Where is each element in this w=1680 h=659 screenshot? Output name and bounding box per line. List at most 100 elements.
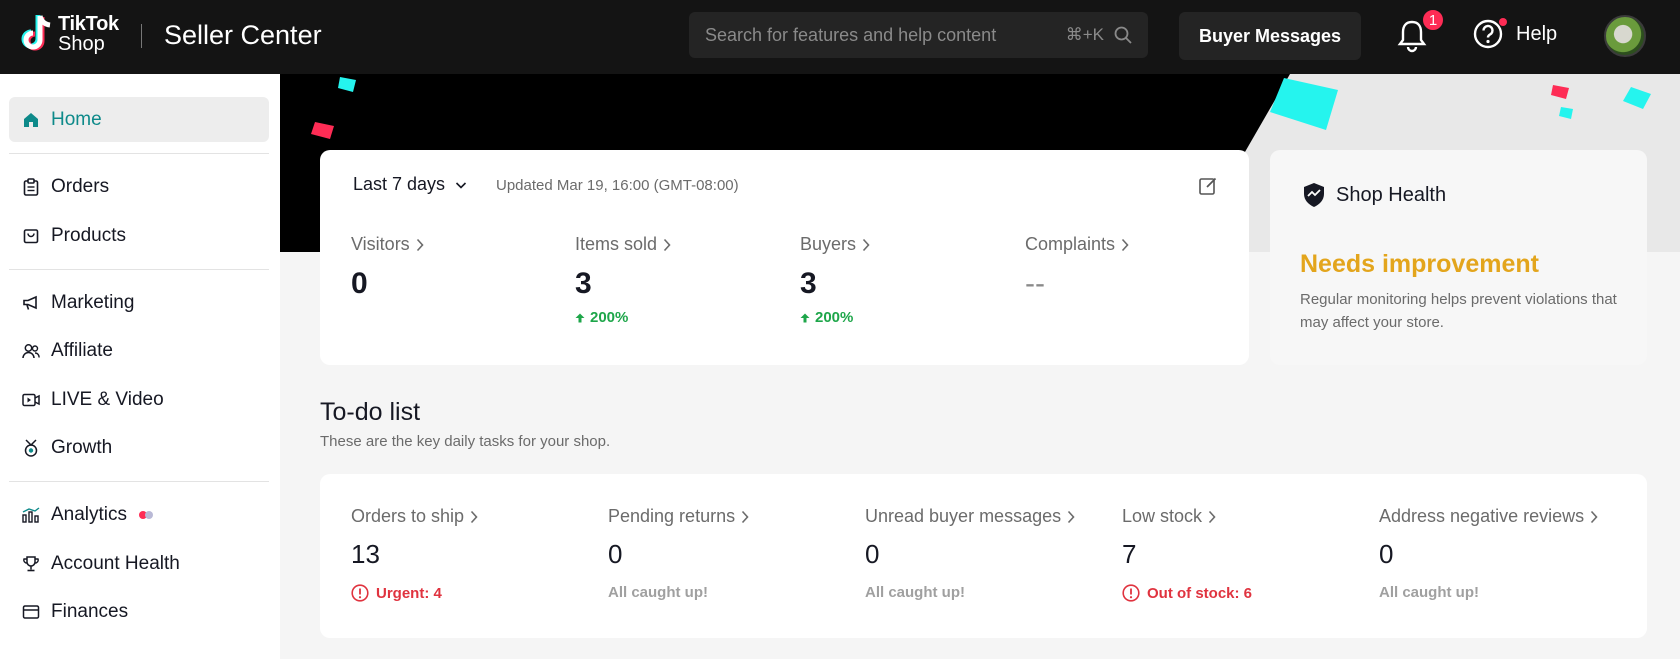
todo-value: 7 [1122, 539, 1137, 569]
chevron-down-icon [455, 181, 467, 189]
metric-items-sold[interactable]: Items sold 3 200% [575, 234, 671, 326]
bar-chart-icon [21, 505, 41, 525]
video-icon [21, 390, 41, 410]
todo-low-stock[interactable]: Low stock 7 Out of stock: 6 [1122, 506, 1252, 602]
user-avatar[interactable] [1604, 15, 1646, 57]
sidebar-item-affiliate[interactable]: Affiliate [9, 328, 269, 373]
metric-delta-value: 200% [815, 309, 854, 326]
search-shortcut-hint: ⌘+K [1065, 25, 1104, 44]
page-title: Seller Center [164, 20, 322, 50]
sidebar-item-label: Orders [51, 175, 110, 197]
sidebar-item-growth[interactable]: Growth [9, 425, 269, 470]
shop-health-card[interactable]: Shop Health Needs improvement Regular mo… [1270, 150, 1647, 365]
edit-icon[interactable] [1198, 176, 1218, 196]
sidebar-item-label: LIVE & Video [51, 388, 164, 410]
metric-label: Items sold [575, 234, 658, 254]
metric-label: Visitors [351, 234, 410, 254]
tiktok-shop-logo[interactable]: TikTok Shop [18, 13, 119, 55]
todo-value: 0 [865, 539, 880, 569]
metric-label: Buyers [800, 234, 857, 254]
shop-health-title: Shop Health [1336, 183, 1447, 206]
todo-card: Orders to ship 13 Urgent: 4 Pending retu… [320, 474, 1647, 638]
sidebar-item-marketing[interactable]: Marketing [9, 280, 269, 325]
logo-text-tiktok: TikTok [58, 13, 119, 35]
clipboard-icon [21, 177, 41, 197]
sidebar-item-finances[interactable]: Finances [9, 589, 269, 634]
sidebar-item-orders[interactable]: Orders [9, 164, 269, 209]
todo-status: Out of stock: 6 [1122, 584, 1252, 602]
todo-status: All caught up! [1379, 584, 1598, 601]
metric-delta: 200% [575, 309, 671, 326]
metric-label: Complaints [1025, 234, 1116, 254]
todo-unread-buyer-messages[interactable]: Unread buyer messages 0 All caught up! [865, 506, 1075, 601]
todo-value: 0 [1379, 539, 1394, 569]
metric-complaints[interactable]: Complaints -- [1025, 234, 1129, 301]
shopping-bag-icon [21, 226, 41, 246]
chevron-right-icon [862, 238, 870, 251]
chevron-right-icon [742, 510, 749, 523]
todo-status-text: All caught up! [608, 584, 708, 601]
metrics-card: Last 7 days Updated Mar 19, 16:00 (GMT-0… [320, 150, 1249, 365]
sidebar-item-label: Home [51, 108, 102, 130]
sidebar-divider [9, 269, 269, 270]
chevron-right-icon [416, 238, 424, 251]
todo-status: All caught up! [608, 584, 749, 601]
alert-circle-icon [351, 584, 369, 602]
sidebar-item-account-health[interactable]: Account Health [9, 541, 269, 586]
metric-buyers[interactable]: Buyers 3 200% [800, 234, 870, 326]
sidebar-item-analytics[interactable]: Analytics [9, 492, 269, 537]
top-bar: TikTok Shop Seller Center ⌘+K Buyer Mess… [0, 0, 1680, 74]
confetti-decoration [1559, 107, 1573, 119]
help-button[interactable]: Help [1472, 18, 1557, 50]
todo-status-text: Out of stock: 6 [1147, 584, 1253, 602]
shop-health-description: Regular monitoring helps prevent violati… [1300, 291, 1617, 331]
confetti-decoration [1623, 87, 1651, 109]
todo-status-text: Urgent: 4 [376, 584, 442, 602]
metric-visitors[interactable]: Visitors 0 [351, 234, 424, 301]
todo-address-negative-reviews[interactable]: Address negative reviews 0 All caught up… [1379, 506, 1598, 601]
alert-circle-icon [1122, 584, 1140, 602]
todo-value: 0 [608, 539, 623, 569]
shop-health-status: Needs improvement [1300, 250, 1539, 278]
search-bar[interactable]: ⌘+K [689, 12, 1148, 58]
updated-timestamp: Updated Mar 19, 16:00 (GMT-08:00) [496, 177, 739, 194]
todo-label: Address negative reviews [1379, 506, 1585, 526]
sidebar-item-products[interactable]: Products [9, 213, 269, 258]
todo-label: Low stock [1122, 506, 1203, 526]
sidebar-item-home[interactable]: Home [9, 97, 269, 142]
todo-value: 13 [351, 539, 380, 569]
trophy-icon [21, 554, 41, 574]
todo-title: To-do list [320, 398, 421, 426]
todo-status-text: All caught up! [1379, 584, 1479, 601]
todo-orders-to-ship[interactable]: Orders to ship 13 Urgent: 4 [351, 506, 478, 602]
chevron-right-icon [1208, 510, 1216, 523]
search-input[interactable] [705, 24, 1066, 46]
arrow-up-icon [800, 313, 810, 322]
confetti-decoration [1270, 78, 1338, 130]
todo-label: Orders to ship [351, 506, 465, 526]
notification-badge: 1 [1421, 8, 1445, 32]
search-icon[interactable] [1114, 26, 1132, 44]
shield-icon [1304, 183, 1324, 207]
chevron-right-icon [1068, 510, 1075, 523]
metric-value: 0 [351, 267, 368, 300]
confetti-decoration [1551, 85, 1569, 99]
metric-value: -- [1025, 267, 1045, 300]
sidebar-item-live-video[interactable]: LIVE & Video [9, 377, 269, 422]
date-range-dropdown[interactable]: Last 7 days [353, 174, 467, 195]
sidebar-item-label: Finances [51, 600, 129, 622]
confetti-decoration [311, 122, 334, 139]
help-label: Help [1516, 22, 1558, 45]
sidebar-divider [9, 481, 269, 482]
todo-status: All caught up! [865, 584, 1075, 601]
analytics-indicator-dots [139, 510, 154, 519]
todo-label: Unread buyer messages [865, 506, 1062, 526]
chevron-right-icon [663, 238, 671, 251]
todo-pending-returns[interactable]: Pending returns 0 All caught up! [608, 506, 749, 601]
sidebar-item-label: Marketing [51, 291, 135, 313]
metric-delta-value: 200% [590, 309, 629, 326]
megaphone-icon [21, 293, 41, 313]
arrow-up-icon [575, 313, 585, 322]
buyer-messages-button[interactable]: Buyer Messages [1179, 12, 1361, 60]
header-divider [141, 24, 142, 48]
